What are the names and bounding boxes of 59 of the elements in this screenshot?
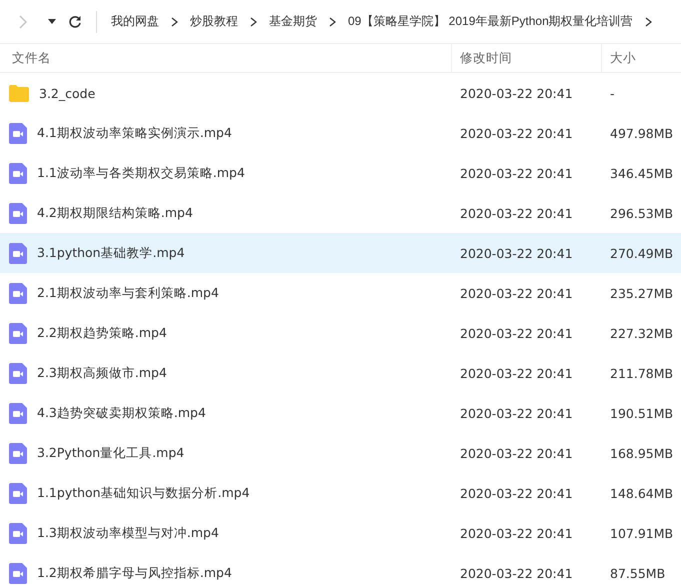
file-row[interactable]: 2.3期权高频做市.mp4 2020-03-22 20:41 211.78MB xyxy=(0,353,681,393)
modified-time: 2020-03-22 20:41 xyxy=(459,86,574,100)
file-size: 296.53MB xyxy=(609,206,674,220)
file-size: 235.27MB xyxy=(609,286,674,300)
column-header[interactable]: 修改时间 xyxy=(452,44,602,72)
column-header[interactable]: 文件名 xyxy=(0,44,452,72)
file-row[interactable]: 3.1python基础教学.mp4 2020-03-22 20:41 270.49MB xyxy=(0,233,681,273)
file-row[interactable]: 3.2_code 2020-03-22 20:41 - xyxy=(0,73,681,113)
modified-time: 2020-03-22 20:41 xyxy=(459,166,574,180)
file-row[interactable]: 3.2Python量化工具.mp4 2020-03-22 20:41 168.95MB xyxy=(0,433,681,473)
file-row[interactable]: 1.1波动率与各类期权交易策略.mp4 2020-03-22 20:41 346.45MB xyxy=(0,153,681,193)
file-name: 2.1期权波动率与套利策略.mp4 xyxy=(37,284,219,302)
file-size: 497.98MB xyxy=(609,126,674,140)
modified-time: 2020-03-22 20:41 xyxy=(459,566,574,580)
file-row[interactable]: 2.1期权波动率与套利策略.mp4 2020-03-22 20:41 235.27MB xyxy=(0,273,681,313)
file-size: 87.55MB xyxy=(609,566,666,580)
breadcrumb-item[interactable]: 我的网盘 xyxy=(111,13,159,30)
modified-time: 2020-03-22 20:41 xyxy=(459,486,574,500)
file-size: 190.51MB xyxy=(609,406,674,420)
modified-time: 2020-03-22 20:41 xyxy=(459,406,574,420)
file-size: 346.45MB xyxy=(609,166,674,180)
file-row[interactable]: 1.3期权波动率模型与对冲.mp4 2020-03-22 20:41 107.91MB xyxy=(0,513,681,553)
file-row[interactable]: 4.1期权波动率策略实例演示.mp4 2020-03-22 20:41 497.98MB xyxy=(0,113,681,153)
file-size: 148.64MB xyxy=(609,486,674,500)
file-name: 1.1python基础知识与数据分析.mp4 xyxy=(37,484,250,502)
file-name: 2.2期权趋势策略.mp4 xyxy=(37,324,167,342)
modified-time: 2020-03-22 20:41 xyxy=(459,326,574,340)
file-name: 1.3期权波动率模型与对冲.mp4 xyxy=(37,524,219,542)
file-size: 168.95MB xyxy=(609,446,674,460)
file-row[interactable]: 1.1python基础知识与数据分析.mp4 2020-03-22 20:41 148.64MB xyxy=(0,473,681,513)
file-name: 4.3趋势突破卖期权策略.mp4 xyxy=(37,404,206,422)
breadcrumb-item[interactable]: 09【策略星学院】 2019年最新Python期权量化培训营 xyxy=(348,13,633,30)
file-name: 4.2期权期限结构策略.mp4 xyxy=(37,204,193,222)
file-size: 211.78MB xyxy=(609,366,674,380)
column-header[interactable]: 大小 xyxy=(602,44,681,72)
file-name: 3.2_code xyxy=(39,86,96,100)
breadcrumb-item[interactable]: 基金期货 xyxy=(269,13,317,30)
file-size: 107.91MB xyxy=(609,526,674,540)
file-size: 227.32MB xyxy=(609,326,674,340)
file-row[interactable]: 1.2期权希腊字母与风控指标.mp4 2020-03-22 20:41 87.55MB xyxy=(0,553,681,588)
file-name: 2.3期权高频做市.mp4 xyxy=(37,364,167,382)
file-name: 1.2期权希腊字母与风控指标.mp4 xyxy=(37,564,232,582)
file-size: 270.49MB xyxy=(609,246,674,260)
file-row[interactable]: 4.3趋势突破卖期权策略.mp4 2020-03-22 20:41 190.51MB xyxy=(0,393,681,433)
modified-time: 2020-03-22 20:41 xyxy=(459,126,574,140)
file-size: - xyxy=(609,86,616,100)
modified-time: 2020-03-22 20:41 xyxy=(459,206,574,220)
modified-time: 2020-03-22 20:41 xyxy=(459,526,574,540)
file-row[interactable]: 2.2期权趋势策略.mp4 2020-03-22 20:41 227.32MB xyxy=(0,313,681,353)
file-row[interactable]: 4.2期权期限结构策略.mp4 2020-03-22 20:41 296.53MB xyxy=(0,193,681,233)
modified-time: 2020-03-22 20:41 xyxy=(459,446,574,460)
breadcrumb-item[interactable]: 炒股教程 xyxy=(190,13,238,30)
file-name: 3.1python基础教学.mp4 xyxy=(37,244,185,262)
file-name: 3.2Python量化工具.mp4 xyxy=(37,444,184,462)
file-name: 4.1期权波动率策略实例演示.mp4 xyxy=(37,124,232,142)
modified-time: 2020-03-22 20:41 xyxy=(459,286,574,300)
modified-time: 2020-03-22 20:41 xyxy=(459,366,574,380)
file-name: 1.1波动率与各类期权交易策略.mp4 xyxy=(37,164,245,182)
modified-time: 2020-03-22 20:41 xyxy=(459,246,574,260)
